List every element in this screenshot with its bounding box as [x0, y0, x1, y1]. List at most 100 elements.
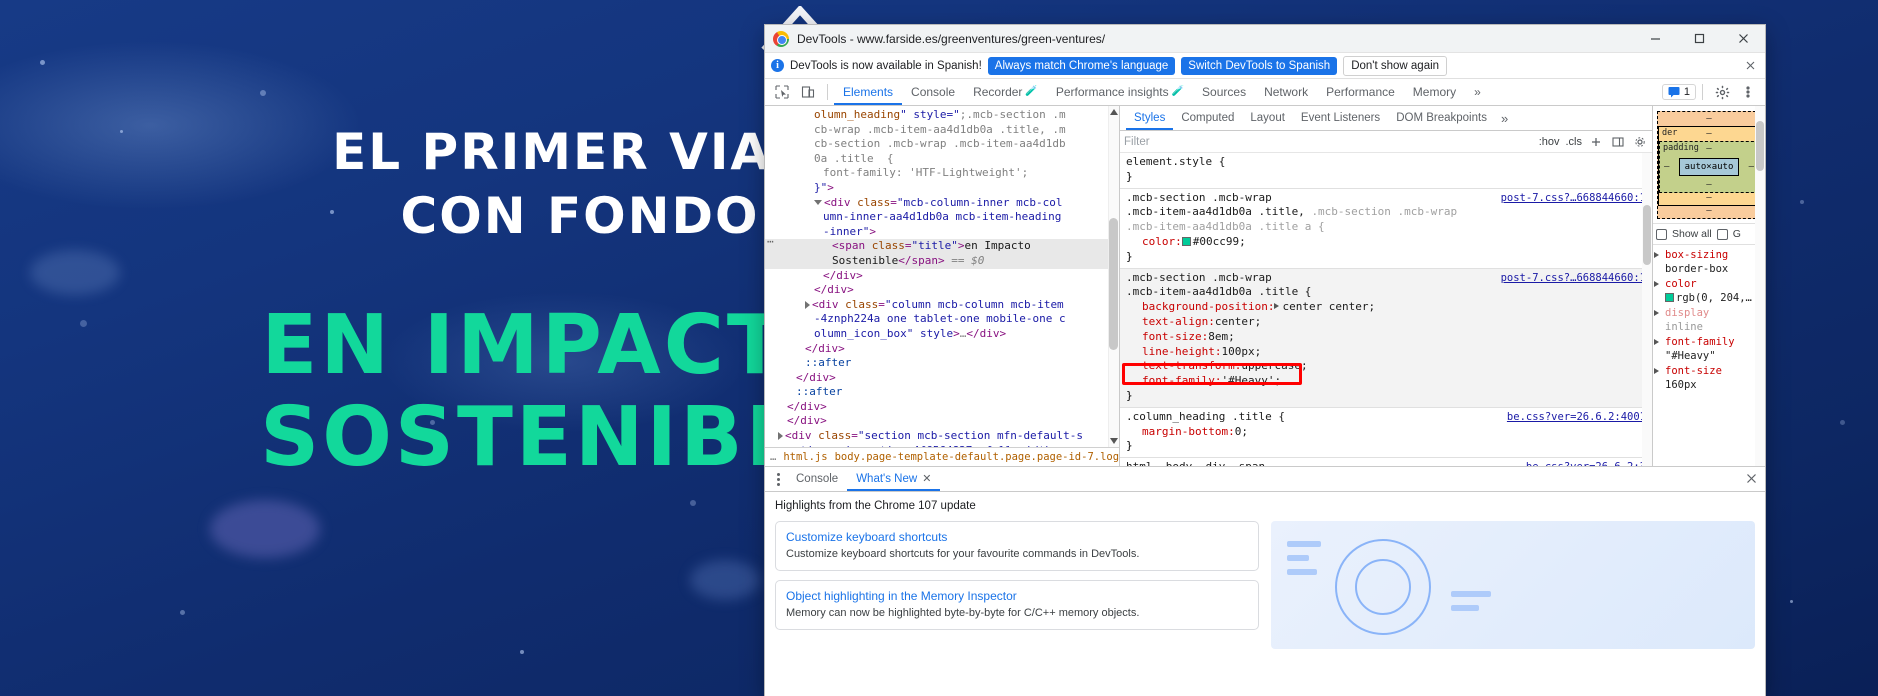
dom-node-line[interactable]: font-family: 'HTF-Lightweight';	[765, 166, 1119, 181]
inspect-element-icon[interactable]	[769, 80, 795, 105]
declaration-property[interactable]: margin-bottom:	[1126, 425, 1235, 440]
declaration-property[interactable]: line-height:	[1126, 345, 1221, 360]
dom-node-line[interactable]: 0a .title {	[765, 152, 1119, 167]
expand-property-icon[interactable]	[1654, 368, 1659, 374]
dom-node-line[interactable]: </div>	[765, 342, 1119, 357]
tab-network[interactable]: Network	[1255, 79, 1317, 105]
scroll-up-icon[interactable]	[1110, 109, 1118, 115]
dom-node-line[interactable]: cb-wrap .mcb-item-aa4d1db0a .title, .m	[765, 123, 1119, 138]
drawer-tab-whats-new[interactable]: What's New ✕	[847, 467, 940, 491]
box-model-diagram[interactable]: – der – padding – – auto×auto – – – –	[1653, 106, 1765, 223]
declaration-property[interactable]: color:	[1126, 235, 1182, 250]
dom-node-line[interactable]: <div class="section mcb-section mfn-defa…	[765, 429, 1119, 444]
styles-rules-list[interactable]: element.style {} post-7.css?…668844660:1.…	[1120, 153, 1652, 466]
tab-recorder[interactable]: Recorder 🧪	[964, 79, 1047, 105]
drawer-tab-console[interactable]: Console	[787, 467, 847, 491]
scroll-down-icon[interactable]	[1110, 438, 1118, 444]
close-button[interactable]	[1721, 25, 1765, 53]
tab-console[interactable]: Console	[902, 79, 964, 105]
cls-button[interactable]: .cls	[1566, 136, 1583, 148]
dom-node-line[interactable]: cb-section .mcb-wrap .mcb-item-aa4d1db	[765, 137, 1119, 152]
minimize-button[interactable]	[1633, 25, 1677, 53]
declaration-value[interactable]: center center;	[1282, 300, 1375, 313]
margin-bottom-value[interactable]: –	[1706, 206, 1711, 216]
card-title[interactable]: Customize keyboard shortcuts	[786, 530, 1248, 544]
gear-icon[interactable]	[1709, 80, 1735, 105]
tab-event-listeners[interactable]: Event Listeners	[1293, 106, 1388, 130]
dom-breadcrumb[interactable]: … html.js body.page-template-default.pag…	[765, 447, 1119, 466]
tab-dom-breakpoints[interactable]: DOM Breakpoints	[1388, 106, 1495, 130]
style-selector[interactable]: .mcb-item-aa4d1db0a .title {	[1126, 285, 1646, 300]
tab-styles[interactable]: Styles	[1126, 106, 1173, 130]
add-style-rule-icon[interactable]	[1588, 134, 1604, 150]
dom-tree[interactable]: olumn_heading" style=";.mcb-section .m cb…	[765, 106, 1119, 447]
declaration-value[interactable]: center;	[1215, 315, 1261, 328]
tab-memory[interactable]: Memory	[1404, 79, 1465, 105]
dom-node-line[interactable]: ection mcb-section-4f6564837 full-width-…	[765, 444, 1119, 447]
dom-node-line[interactable]: </div>	[765, 283, 1119, 298]
declaration-property[interactable]: text-align:	[1126, 315, 1215, 330]
expand-property-icon[interactable]	[1654, 281, 1659, 287]
always-match-language-button[interactable]: Always match Chrome's language	[987, 56, 1176, 75]
hov-button[interactable]: :hov	[1539, 136, 1560, 148]
breadcrumb-item-html[interactable]: html.js	[783, 451, 827, 463]
expand-property-icon[interactable]	[1654, 310, 1659, 316]
declaration-property[interactable]: text-transform:	[1126, 359, 1241, 374]
computed-properties-list[interactable]: box-sizing border-box color rgb(0, 204,… dis…	[1653, 106, 1765, 466]
style-declaration[interactable]: font-size: 8em;	[1126, 330, 1646, 345]
dom-node-line[interactable]: ::after	[765, 356, 1119, 371]
declaration-value[interactable]: 100px;	[1221, 345, 1261, 358]
style-declaration[interactable]: font-family: '#Heavy';	[1126, 374, 1646, 389]
tab-layout[interactable]: Layout	[1242, 106, 1293, 130]
dom-node-line[interactable]: ::after	[765, 385, 1119, 400]
style-declaration[interactable]: line-height: 100px;	[1126, 345, 1646, 360]
dom-node-line[interactable]: </div>	[765, 269, 1119, 284]
border-bottom-value[interactable]: –	[1706, 193, 1711, 203]
switch-to-spanish-button[interactable]: Switch DevTools to Spanish	[1181, 56, 1338, 75]
tab-elements[interactable]: Elements	[834, 79, 902, 105]
style-selector[interactable]: .mcb-item-aa4d1db0a .title, .mcb-section…	[1126, 205, 1646, 220]
declaration-value[interactable]: '#Heavy';	[1221, 374, 1281, 387]
style-declaration[interactable]: color: #00cc99;	[1126, 235, 1646, 250]
issues-counter[interactable]: 1	[1661, 84, 1696, 100]
declaration-value[interactable]: uppercase;	[1241, 359, 1307, 372]
color-swatch[interactable]	[1181, 236, 1191, 246]
whats-new-card[interactable]: Object highlighting in the Memory Inspec…	[775, 580, 1259, 630]
border-top-value[interactable]: –	[1706, 129, 1711, 139]
show-all-checkbox[interactable]	[1656, 228, 1667, 240]
style-rule[interactable]: post-7.css?…668844660:1 .mcb-section .mcb…	[1120, 189, 1652, 269]
styles-filter-input[interactable]	[1124, 135, 1533, 148]
breadcrumb-overflow-left[interactable]: …	[770, 451, 776, 463]
declaration-property[interactable]: font-family:	[1126, 374, 1221, 389]
style-rule[interactable]: post-7.css?…668844660:1 .mcb-section .mcb…	[1120, 268, 1652, 408]
style-rule[interactable]: be.css?ver=26.6.2:3html, body, div, span…	[1120, 458, 1652, 466]
dom-node-line[interactable]: </div>	[765, 400, 1119, 415]
declaration-value[interactable]: #00cc99;	[1193, 235, 1246, 248]
computed-property[interactable]: box-sizing border-box	[1653, 248, 1765, 277]
dom-node-line[interactable]: </div>	[765, 371, 1119, 386]
style-source-link[interactable]: be.css?ver=26.6.2:3	[1526, 460, 1646, 466]
style-selector[interactable]: .mcb-item-aa4d1db0a .title a {	[1126, 220, 1646, 235]
whats-new-card[interactable]: Customize keyboard shortcuts Customize k…	[775, 521, 1259, 571]
computed-property[interactable]: font-family "#Heavy"	[1653, 335, 1765, 364]
dom-node-line[interactable]: olumn_icon_box" style>…</div>	[765, 327, 1119, 342]
padding-bottom-value[interactable]: –	[1706, 180, 1711, 190]
close-whats-new-icon[interactable]: ✕	[922, 467, 931, 491]
tab-sources[interactable]: Sources	[1193, 79, 1255, 105]
padding-left-value[interactable]: –	[1664, 162, 1669, 172]
dom-node-line[interactable]: </div>	[765, 414, 1119, 429]
dom-node-line[interactable]: <div class="column mcb-column mcb-item	[765, 298, 1119, 313]
padding-top-value[interactable]: –	[1706, 144, 1711, 154]
color-swatch[interactable]	[1665, 292, 1674, 302]
dom-node-line[interactable]: -inner">	[765, 225, 1119, 240]
expand-shorthand-icon[interactable]	[1274, 303, 1280, 310]
style-rule[interactable]: be.css?ver=26.6.2:4001 .column_heading .t…	[1120, 408, 1652, 459]
style-source-link[interactable]: post-7.css?…668844660:1	[1501, 271, 1646, 286]
close-drawer-icon[interactable]	[1746, 471, 1765, 487]
declaration-value[interactable]: 0;	[1235, 425, 1248, 438]
maximize-button[interactable]	[1677, 25, 1721, 53]
card-title[interactable]: Object highlighting in the Memory Inspec…	[786, 589, 1248, 603]
tab-performance[interactable]: Performance	[1317, 79, 1404, 105]
style-rule[interactable]: element.style {}	[1120, 153, 1652, 189]
margin-top-value[interactable]: –	[1706, 114, 1711, 124]
